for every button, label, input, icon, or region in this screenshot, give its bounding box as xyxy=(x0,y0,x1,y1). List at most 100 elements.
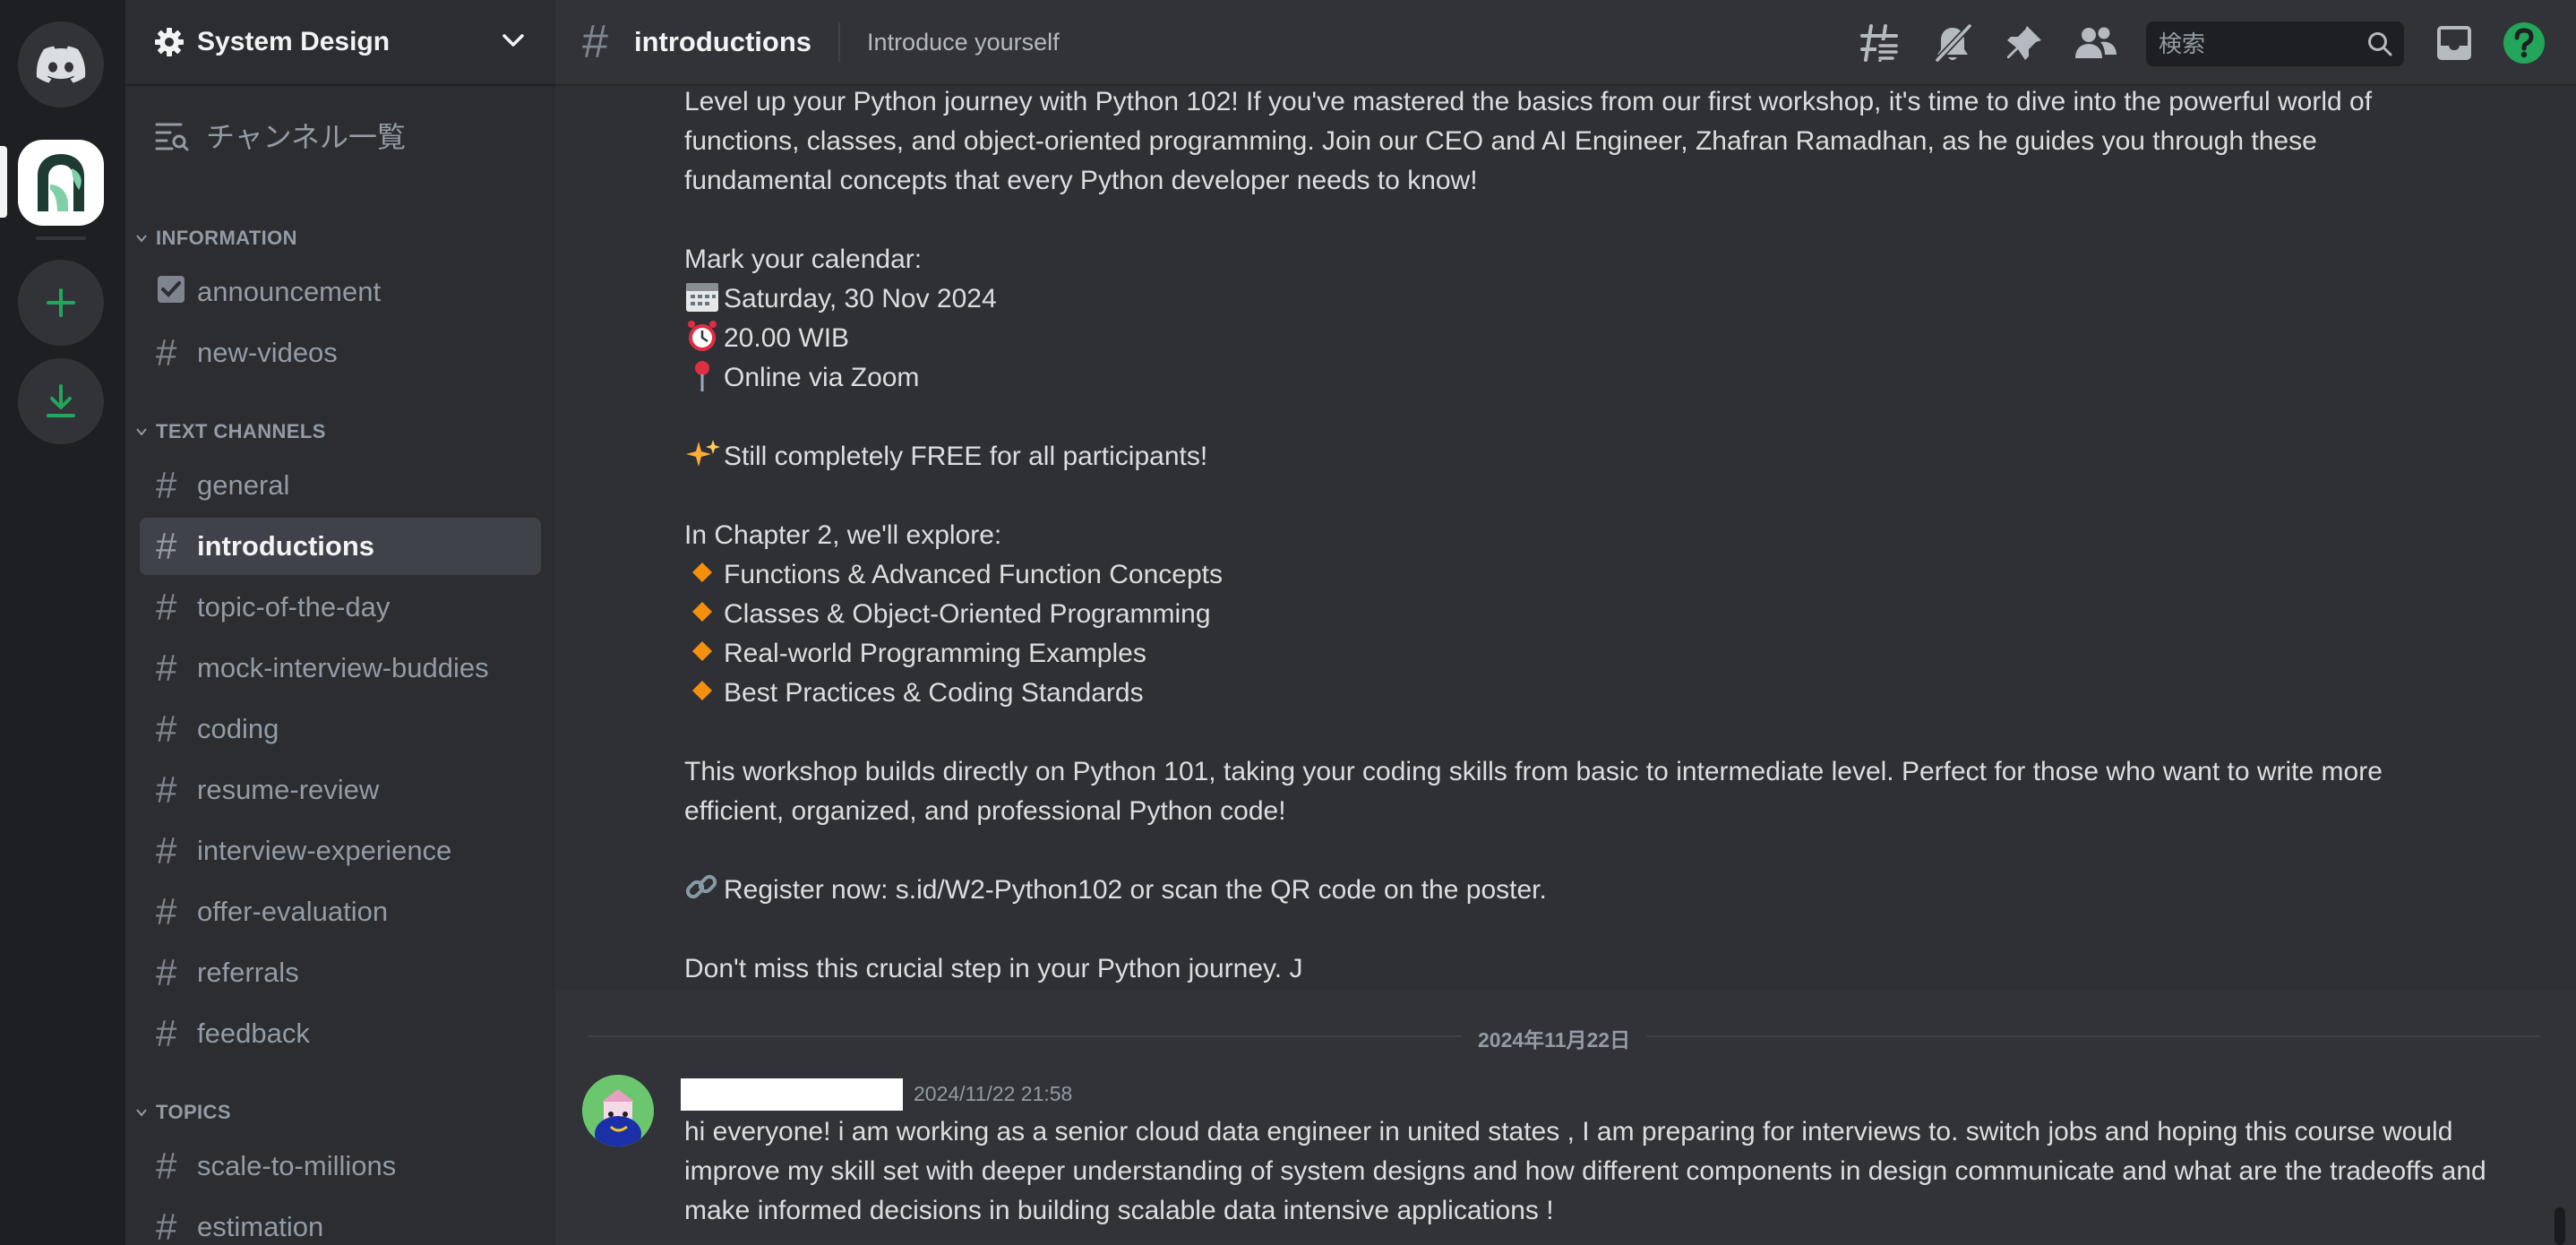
hash-icon: # xyxy=(156,464,177,506)
discord-logo-icon xyxy=(36,46,86,83)
channel-label: interview-experience xyxy=(197,835,452,866)
browse-channels-button[interactable]: チャンネル一覧 xyxy=(154,106,406,165)
category-information[interactable]: INFORMATION xyxy=(134,227,297,250)
hash-icon: # xyxy=(156,708,177,750)
channel-label: feedback xyxy=(197,1017,310,1049)
channel-coding[interactable]: # coding xyxy=(140,700,541,758)
message-line: Don't miss this crucial step in your Pyt… xyxy=(684,954,1303,983)
add-server-button[interactable] xyxy=(18,260,104,346)
channel-label: resume-review xyxy=(197,774,380,805)
channel-general[interactable]: # general xyxy=(140,457,541,514)
channel-offer-evaluation[interactable]: # offer-evaluation xyxy=(140,883,541,940)
server-header[interactable]: System Design xyxy=(125,0,555,86)
message-line: efficient, organized, and professional P… xyxy=(684,796,1286,826)
channel-label: topic-of-the-day xyxy=(197,591,391,622)
channel-referrals[interactable]: # referrals xyxy=(140,944,541,1001)
inbox-icon[interactable] xyxy=(2431,20,2477,66)
channel-new-videos[interactable]: # new-videos xyxy=(140,324,541,382)
channel-topic-of-the-day[interactable]: # topic-of-the-day xyxy=(140,579,541,636)
time-line: 20.00 WIB xyxy=(684,319,2547,358)
hash-icon: # xyxy=(156,1206,177,1245)
search-bar[interactable] xyxy=(2146,21,2404,66)
channel-label: introductions xyxy=(197,530,375,562)
hash-icon: # xyxy=(156,829,177,872)
category-label: TEXT CHANNELS xyxy=(156,420,326,442)
hash-icon: # xyxy=(156,647,177,689)
channel-introductions[interactable]: # introductions xyxy=(140,518,541,575)
orange-diamond-icon xyxy=(692,562,712,582)
event-date: Saturday, 30 Nov 2024 xyxy=(724,284,997,313)
channel-mock-interview-buddies[interactable]: # mock-interview-buddies xyxy=(140,640,541,697)
download-icon xyxy=(47,384,75,417)
avatar[interactable] xyxy=(582,1075,654,1146)
hash-icon: # xyxy=(156,890,177,932)
member-list-icon[interactable] xyxy=(2073,20,2119,66)
channel-scale-to-millions[interactable]: # scale-to-millions xyxy=(140,1138,541,1195)
event-time: 20.00 WIB xyxy=(724,323,850,353)
threads-icon[interactable] xyxy=(1856,20,1902,66)
server-list-separator xyxy=(36,236,86,240)
alarm-clock-emoji-icon xyxy=(688,321,717,351)
hash-icon: # xyxy=(156,525,177,567)
help-icon[interactable] xyxy=(2501,20,2547,66)
register-line: Register now: s.id/W2-Python102 or scan … xyxy=(684,871,2547,910)
link-emoji-icon xyxy=(685,874,717,899)
channel-sidebar: System Design チャンネル一覧 INFORMATION announ… xyxy=(125,0,555,1245)
chevron-down-icon[interactable] xyxy=(500,27,527,58)
category-topics[interactable]: TOPICS xyxy=(134,1101,231,1124)
channel-estimation[interactable]: # estimation xyxy=(140,1198,541,1245)
channel-label: scale-to-millions xyxy=(197,1150,397,1181)
category-chevron-icon xyxy=(136,1109,147,1117)
category-label: TOPICS xyxy=(156,1101,231,1123)
free-line: Still completely FREE for all participan… xyxy=(684,437,2547,477)
message-line: fundamental concepts that every Python d… xyxy=(684,166,1478,195)
topic-item: Real-world Programming Examples xyxy=(684,634,2547,674)
channel-label: announcement xyxy=(197,276,382,307)
topic-text: Functions & Advanced Function Concepts xyxy=(724,560,1223,589)
hash-icon: # xyxy=(156,1145,177,1187)
channel-label: new-videos xyxy=(197,337,338,368)
server-gear-icon xyxy=(154,27,185,57)
hash-icon: # xyxy=(156,586,177,628)
sparkles-emoji-icon xyxy=(686,440,720,467)
scrollbar-thumb[interactable] xyxy=(2555,1207,2565,1245)
selected-server-indicator xyxy=(0,146,7,218)
search-icon xyxy=(2368,32,2392,56)
channel-topic[interactable]: Introduce yourself xyxy=(867,29,1060,56)
server-list xyxy=(0,0,125,1245)
category-chevron-icon xyxy=(136,428,147,436)
channel-resume-review[interactable]: # resume-review xyxy=(140,761,541,819)
event-message: Level up your Python journey with Python… xyxy=(684,82,2547,989)
hash-icon: # xyxy=(156,1012,177,1054)
plus-icon xyxy=(47,288,75,317)
topic-item: Classes & Object-Oriented Programming xyxy=(684,595,2547,634)
message-line: Mark your calendar: xyxy=(684,245,923,274)
channel-label: coding xyxy=(197,713,279,744)
category-chevron-icon xyxy=(136,235,147,243)
date-line: Saturday, 30 Nov 2024 xyxy=(684,279,2547,319)
category-label: INFORMATION xyxy=(156,227,297,249)
pin-icon[interactable] xyxy=(2001,20,2048,66)
topic-item: Functions & Advanced Function Concepts xyxy=(684,555,2547,595)
message-content: hi everyone! i am working as a senior cl… xyxy=(684,1117,2486,1225)
category-text-channels[interactable]: TEXT CHANNELS xyxy=(134,420,326,443)
channel-interview-experience[interactable]: # interview-experience xyxy=(140,822,541,880)
server-system-design[interactable] xyxy=(18,140,104,226)
chat-area: Level up your Python journey with Python… xyxy=(555,0,2576,1245)
channel-label: estimation xyxy=(197,1211,324,1242)
direct-messages-button[interactable] xyxy=(18,21,104,107)
redacted-username[interactable] xyxy=(681,1078,903,1111)
channel-feedback[interactable]: # feedback xyxy=(140,1005,541,1062)
channel-title: introductions xyxy=(634,26,812,57)
search-input[interactable] xyxy=(2157,29,2366,59)
orange-diamond-icon xyxy=(692,681,712,700)
hash-icon: # xyxy=(156,951,177,993)
browse-channels-icon xyxy=(155,123,189,151)
mute-bell-icon[interactable] xyxy=(1929,20,1976,66)
channel-label: general xyxy=(197,469,290,501)
register-text: Register now: s.id/W2-Python102 or scan … xyxy=(724,875,1547,905)
hash-icon: # xyxy=(156,768,177,811)
channel-announcement[interactable]: announcement xyxy=(140,263,541,321)
download-apps-button[interactable] xyxy=(18,358,104,444)
pushpin-emoji-icon xyxy=(695,361,709,391)
